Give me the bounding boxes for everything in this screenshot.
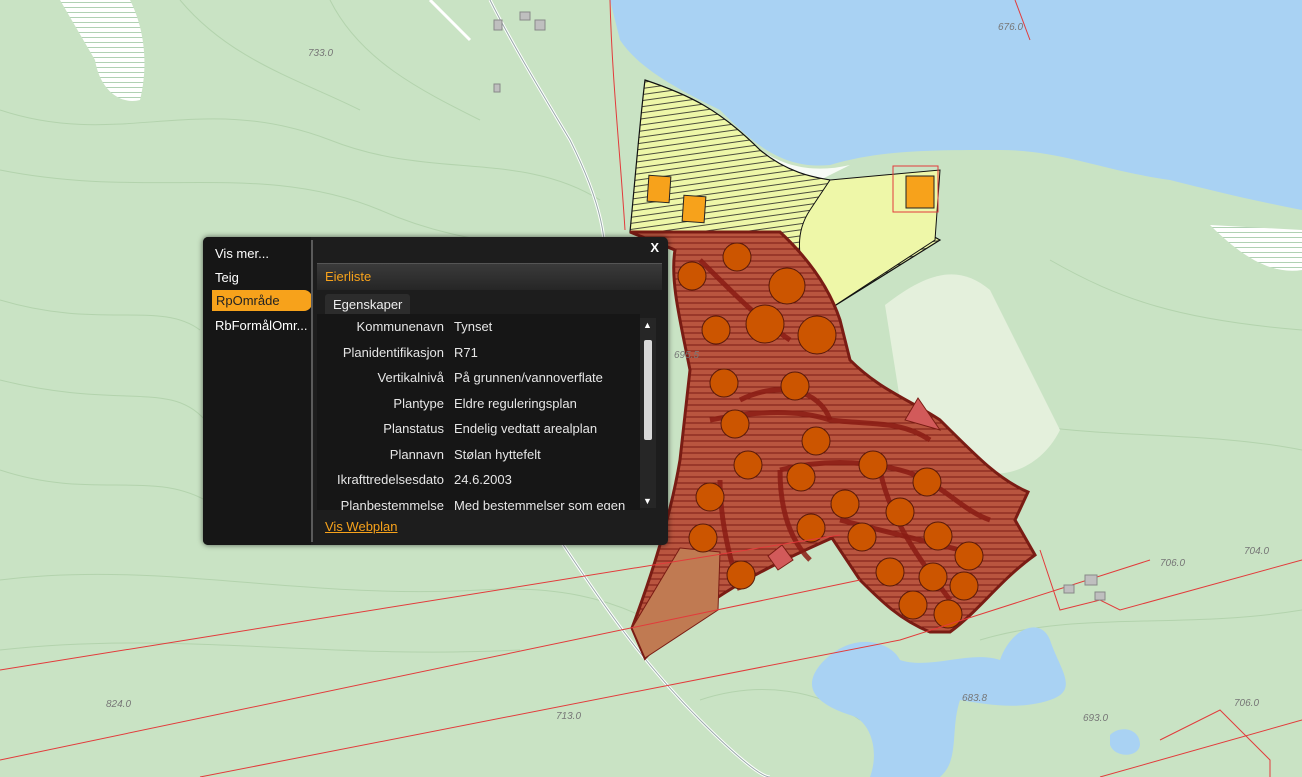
property-key: Plantype [393, 396, 444, 411]
property-key: Planbestemmelse [340, 498, 444, 510]
scroll-up-icon[interactable]: ▲ [643, 320, 652, 330]
property-value: Endelig vedtatt arealplan [454, 421, 598, 436]
table-row: Kommunenavn Tynset [317, 314, 640, 340]
property-value: Eldre reguleringsplan [454, 396, 577, 411]
elevation-label: 706.0 [1160, 558, 1185, 569]
vis-webplan-link[interactable]: Vis Webplan [325, 519, 398, 534]
elevation-label: 706.0 [1234, 698, 1259, 709]
nav-item-rbformalomrade[interactable]: RbFormålOmr... [215, 318, 310, 333]
property-key: Planstatus [383, 421, 444, 436]
elevation-label: 693.0 [1083, 713, 1108, 724]
tab-eierliste[interactable]: Eierliste [325, 269, 371, 284]
feature-info-popup: Vis mer... Teig RpOmråde RbFormålOmr... … [203, 237, 668, 545]
table-row: Planbestemmelse Med bestemmelser som egen [317, 493, 640, 510]
table-row: Vertikalnivå På grunnen/vannoverflate [317, 365, 640, 391]
property-key: Vertikalnivå [377, 370, 444, 385]
property-key: Ikrafttredelsesdato [337, 472, 444, 487]
property-key: Plannavn [389, 447, 444, 462]
cabin-lot [681, 194, 707, 224]
property-value: Tynset [454, 319, 493, 334]
elevation-label: 824.0 [106, 699, 131, 710]
elevation-label: 733.0 [308, 48, 333, 59]
property-value: 24.6.2003 [454, 472, 512, 487]
properties-table: Kommunenavn Tynset Planidentifikasjon R71 … [317, 314, 640, 510]
tab-bar: Eierliste [317, 263, 662, 290]
scroll-down-icon[interactable]: ▼ [643, 496, 652, 506]
elevation-label: 713.0 [556, 711, 581, 722]
table-row: Plannavn Stølan hyttefelt [317, 442, 640, 468]
property-value: R71 [454, 345, 478, 360]
tab-egenskaper[interactable]: Egenskaper [325, 294, 411, 315]
popup-nav: Vis mer... Teig RpOmråde RbFormålOmr... [203, 237, 312, 545]
property-value: Med bestemmelser som egen [454, 498, 626, 510]
table-row: Ikrafttredelsesdato 24.6.2003 [317, 467, 640, 493]
property-value: Stølan hyttefelt [454, 447, 541, 462]
cabin-lot [646, 174, 672, 204]
elevation-label: 676.0 [998, 22, 1023, 33]
nav-item-rpomrade[interactable]: RpOmråde [212, 290, 312, 311]
table-row: Plantype Eldre reguleringsplan [317, 391, 640, 417]
table-row: Planidentifikasjon R71 [317, 340, 640, 366]
nav-item-teig[interactable]: Teig [215, 270, 310, 285]
table-row: Planstatus Endelig vedtatt arealplan [317, 416, 640, 442]
cabin-lot [905, 175, 935, 209]
close-button[interactable]: X [650, 240, 659, 255]
elevation-label: 683.8 [962, 693, 987, 704]
property-value: På grunnen/vannoverflate [454, 370, 603, 385]
property-key: Planidentifikasjon [342, 345, 444, 360]
show-more-link[interactable]: Vis mer... [215, 246, 269, 261]
elevation-label: 695.5 [674, 350, 699, 361]
scrollbar-thumb[interactable] [644, 340, 652, 440]
elevation-label: 704.0 [1244, 546, 1269, 557]
property-key: Kommunenavn [356, 319, 444, 334]
popup-divider [311, 240, 313, 542]
scrollbar[interactable]: ▲ ▼ [640, 318, 656, 508]
